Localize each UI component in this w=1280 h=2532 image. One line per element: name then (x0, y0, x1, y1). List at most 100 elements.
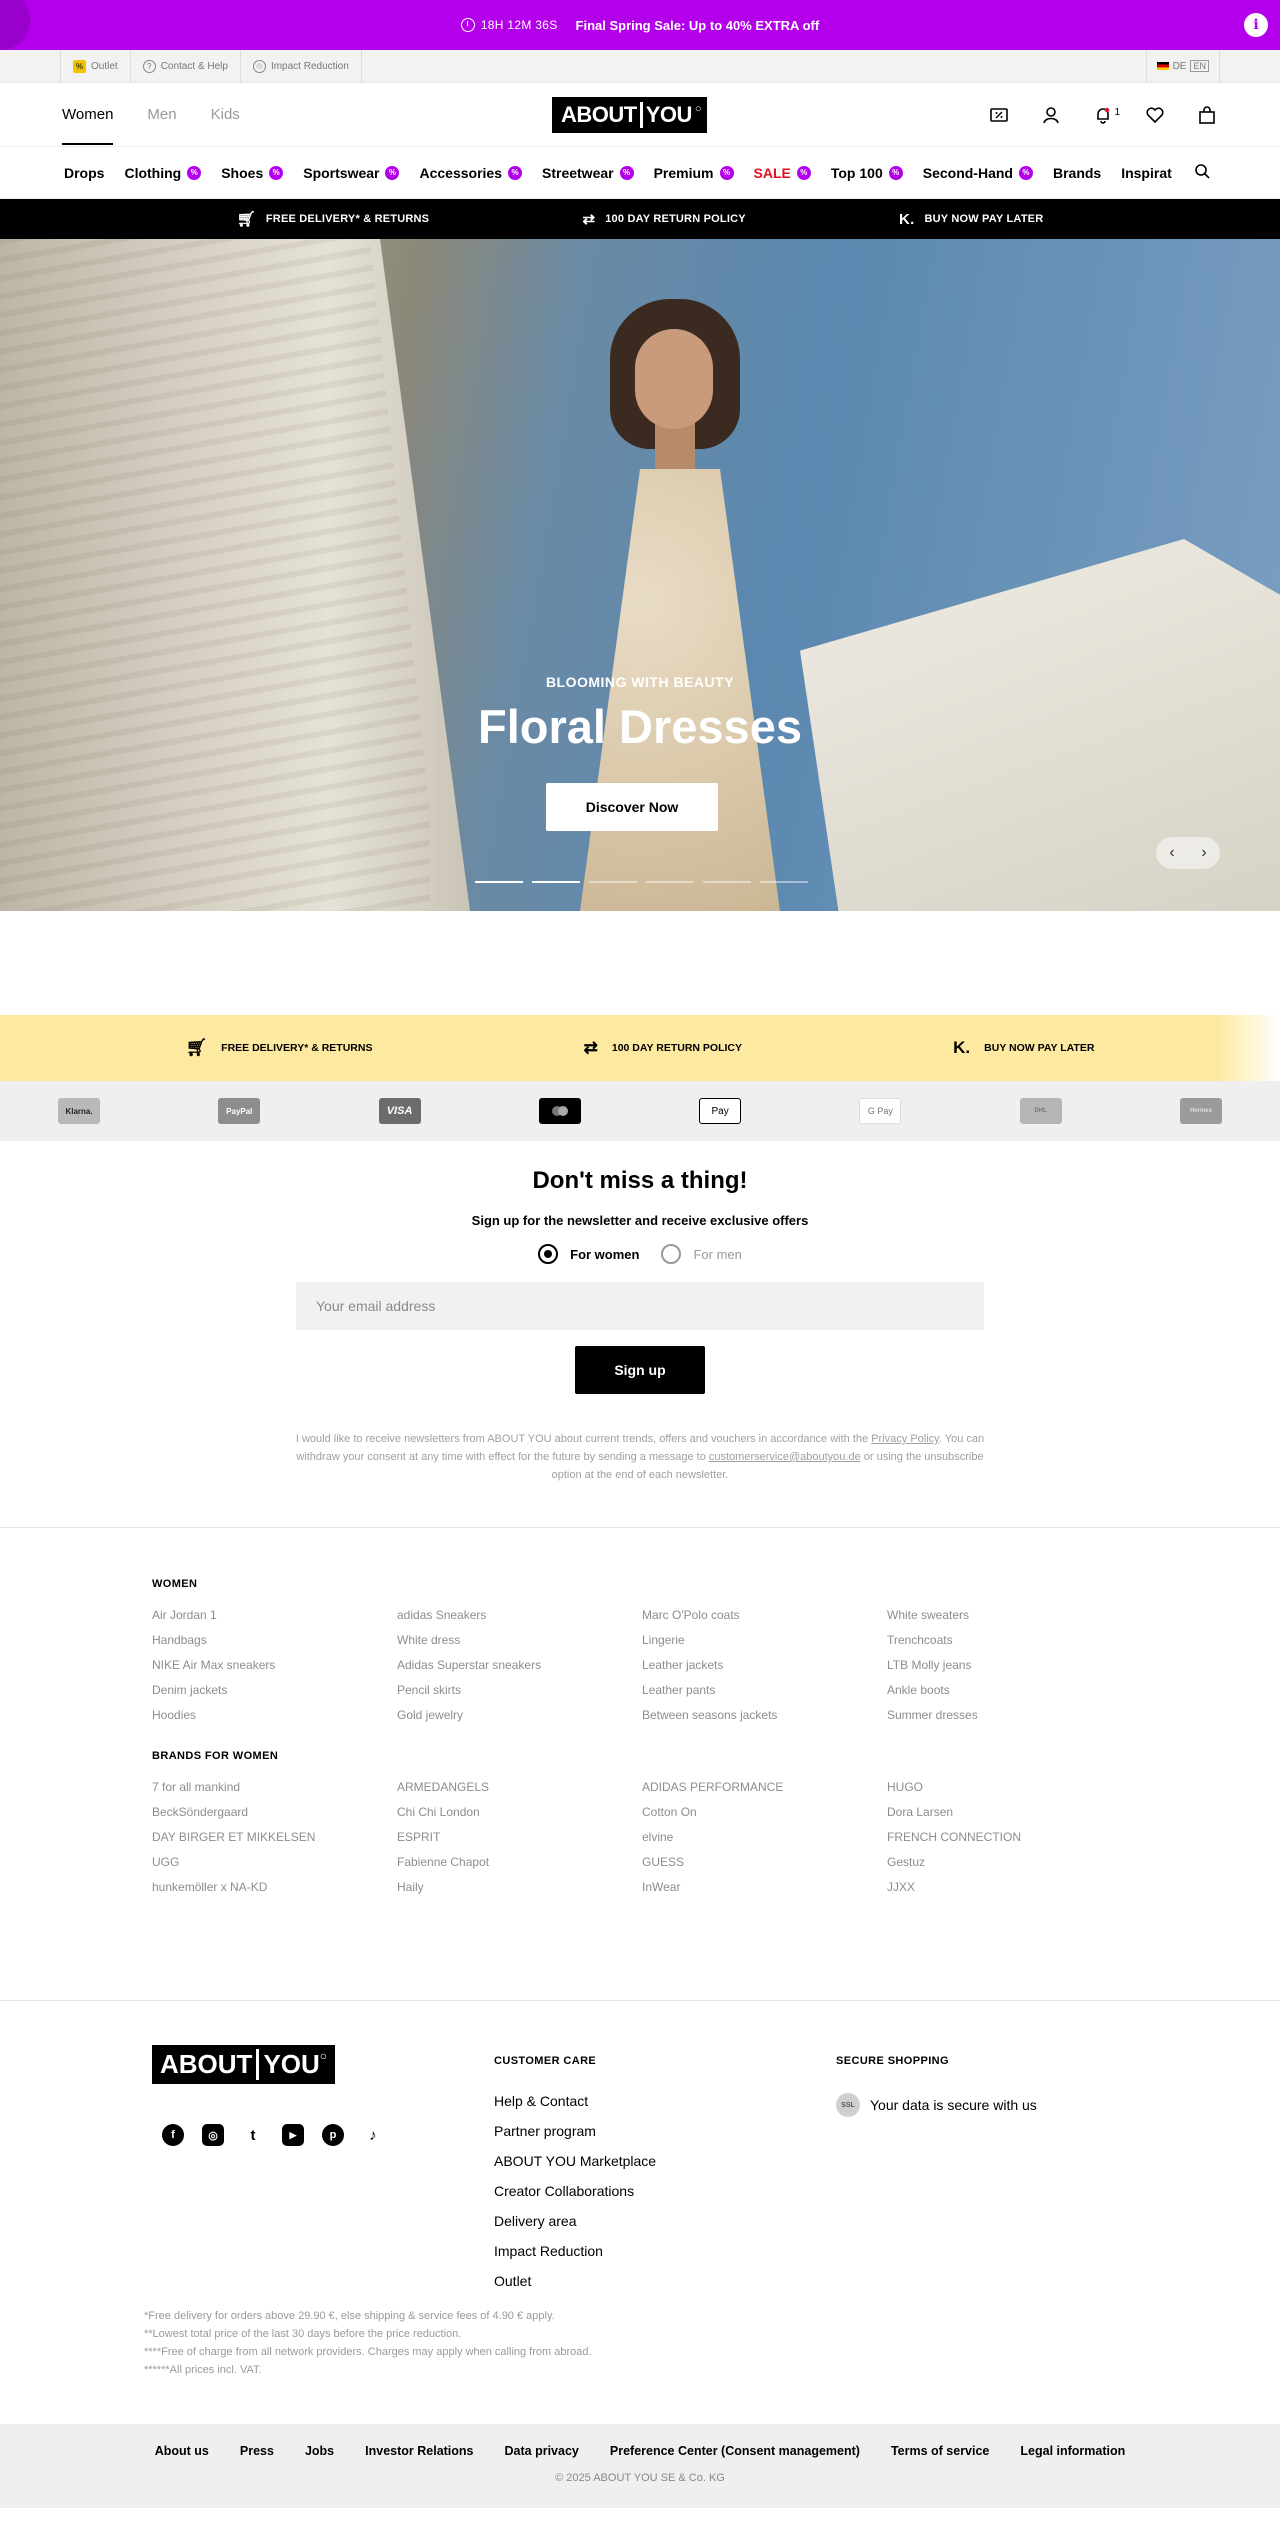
creator-collaborations-link[interactable]: Creator Collaborations (494, 2183, 836, 2199)
seo-link[interactable]: Pencil skirts (397, 1683, 642, 1697)
seo-link[interactable]: BeckSöndergaard (152, 1805, 397, 1819)
customer-service-email-link[interactable]: customerservice@aboutyou.de (709, 1451, 861, 1463)
nav-inspiration[interactable]: Inspirat (1121, 165, 1172, 181)
data-privacy-link[interactable]: Data privacy (505, 2444, 579, 2458)
footer-logo[interactable]: ABOUT YOU ○ (152, 2045, 336, 2084)
seo-link[interactable]: Leather pants (642, 1683, 887, 1697)
legal-information-link[interactable]: Legal information (1020, 2444, 1125, 2458)
preference-center-link[interactable]: Preference Center (Consent management) (610, 2444, 860, 2458)
notifications-icon[interactable]: 1 (1092, 104, 1120, 126)
email-field[interactable]: Your email address (296, 1282, 984, 1330)
delivery-area-link[interactable]: Delivery area (494, 2213, 836, 2229)
radio-for-men[interactable]: For men (661, 1244, 742, 1264)
seo-link[interactable]: Adidas Superstar sneakers (397, 1658, 642, 1672)
nav-drops[interactable]: Drops (64, 165, 104, 181)
seo-link[interactable]: InWear (642, 1880, 887, 1894)
seo-link[interactable]: LTB Molly jeans (887, 1658, 1132, 1672)
seo-link[interactable]: JJXX (887, 1880, 1132, 1894)
language-switcher[interactable]: DE EN (1145, 49, 1220, 83)
tab-women[interactable]: Women (62, 106, 114, 145)
seo-link[interactable]: elvine (642, 1830, 887, 1844)
chevron-right-icon[interactable]: › (1201, 844, 1206, 862)
seo-link[interactable]: Leather jackets (642, 1658, 887, 1672)
seo-link[interactable]: Chi Chi London (397, 1805, 642, 1819)
seo-link[interactable]: adidas Sneakers (397, 1608, 642, 1622)
seo-link[interactable]: Haily (397, 1880, 642, 1894)
seo-link[interactable]: White dress (397, 1633, 642, 1647)
seo-link[interactable]: Dora Larsen (887, 1805, 1132, 1819)
impact-reduction-link[interactable]: ♲ Impact Reduction (241, 49, 362, 83)
press-link[interactable]: Press (240, 2444, 274, 2458)
tiktok-icon[interactable]: ♪ (362, 2124, 384, 2146)
nav-second-hand[interactable]: Second-Hand% (923, 165, 1033, 181)
instagram-icon[interactable]: ◎ (202, 2124, 224, 2146)
seo-link[interactable]: Gold jewelry (397, 1708, 642, 1722)
radio-for-women[interactable]: For women (538, 1244, 639, 1264)
seo-link[interactable]: Summer dresses (887, 1708, 1132, 1722)
outlet-link[interactable]: % Outlet (60, 49, 131, 83)
nav-shoes[interactable]: Shoes% (221, 165, 284, 181)
tab-kids[interactable]: Kids (211, 106, 240, 123)
seo-link[interactable]: Gestuz (887, 1855, 1132, 1869)
nav-clothing[interactable]: Clothing% (124, 165, 202, 181)
about-you-logo[interactable]: ABOUT YOU ○ (552, 97, 708, 133)
seo-link[interactable]: hunkemöller x NA-KD (152, 1880, 397, 1894)
seo-link[interactable]: Lingerie (642, 1633, 887, 1647)
carousel-dot[interactable] (589, 881, 637, 883)
account-icon[interactable] (1040, 104, 1062, 126)
radio-unselected-icon[interactable] (661, 1244, 682, 1264)
carousel-dot[interactable] (646, 881, 694, 883)
lang-de[interactable]: DE (1173, 61, 1187, 72)
info-icon[interactable]: i (1244, 13, 1268, 37)
wishlist-heart-icon[interactable] (1144, 104, 1166, 126)
seo-link[interactable]: ADIDAS PERFORMANCE (642, 1780, 887, 1794)
seo-link[interactable]: Marc O'Polo coats (642, 1608, 887, 1622)
jobs-link[interactable]: Jobs (305, 2444, 334, 2458)
privacy-policy-link[interactable]: Privacy Policy (871, 1433, 939, 1445)
carousel-dot[interactable] (760, 881, 808, 883)
lang-en[interactable]: EN (1190, 60, 1209, 72)
about-us-link[interactable]: About us (155, 2444, 209, 2458)
seo-link[interactable]: HUGO (887, 1780, 1132, 1794)
seo-link[interactable]: ARMEDANGELS (397, 1780, 642, 1794)
search-icon[interactable] (1194, 163, 1210, 184)
carousel-dot[interactable] (532, 881, 580, 883)
tab-men[interactable]: Men (147, 106, 176, 123)
seo-link[interactable]: Hoodies (152, 1708, 397, 1722)
nav-brands[interactable]: Brands (1053, 165, 1101, 181)
carousel-dot[interactable] (703, 881, 751, 883)
marketplace-link[interactable]: ABOUT YOU Marketplace (494, 2153, 836, 2169)
partner-program-link[interactable]: Partner program (494, 2123, 836, 2139)
discover-now-button[interactable]: Discover Now (546, 783, 718, 831)
seo-link[interactable]: GUESS (642, 1855, 887, 1869)
nav-sportswear[interactable]: Sportswear% (303, 165, 400, 181)
seo-link[interactable]: Handbags (152, 1633, 397, 1647)
seo-link[interactable]: Denim jackets (152, 1683, 397, 1697)
sale-tag-icon[interactable] (988, 104, 1010, 126)
investor-relations-link[interactable]: Investor Relations (365, 2444, 473, 2458)
signup-button[interactable]: Sign up (575, 1346, 705, 1394)
facebook-icon[interactable]: f (162, 2124, 184, 2146)
seo-link[interactable]: Trenchcoats (887, 1633, 1132, 1647)
seo-link[interactable]: Between seasons jackets (642, 1708, 887, 1722)
impact-reduction-link[interactable]: Impact Reduction (494, 2243, 836, 2259)
seo-link[interactable]: UGG (152, 1855, 397, 1869)
nav-streetwear[interactable]: Streetwear% (542, 165, 634, 181)
seo-link[interactable]: FRENCH CONNECTION (887, 1830, 1132, 1844)
radio-selected-icon[interactable] (538, 1244, 559, 1264)
seo-link[interactable]: Fabienne Chapot (397, 1855, 642, 1869)
pinterest-icon[interactable]: p (322, 2124, 344, 2146)
help-contact-link[interactable]: Help & Contact (494, 2093, 836, 2109)
seo-link[interactable]: NIKE Air Max sneakers (152, 1658, 397, 1672)
nav-premium[interactable]: Premium% (654, 165, 734, 181)
seo-link[interactable]: DAY BIRGER ET MIKKELSEN (152, 1830, 397, 1844)
hero-banner[interactable]: BLOOMING WITH BEAUTY Floral Dresses Disc… (0, 239, 1280, 911)
twitter-icon[interactable]: t (242, 2124, 264, 2146)
nav-sale[interactable]: SALE% (754, 165, 811, 181)
promo-message[interactable]: Final Spring Sale: Up to 40% EXTRA off (576, 18, 820, 33)
seo-link[interactable]: Cotton On (642, 1805, 887, 1819)
seo-link[interactable]: ESPRIT (397, 1830, 642, 1844)
seo-link[interactable]: White sweaters (887, 1608, 1132, 1622)
nav-top-100[interactable]: Top 100% (831, 165, 903, 181)
contact-help-link[interactable]: ? Contact & Help (131, 49, 241, 83)
